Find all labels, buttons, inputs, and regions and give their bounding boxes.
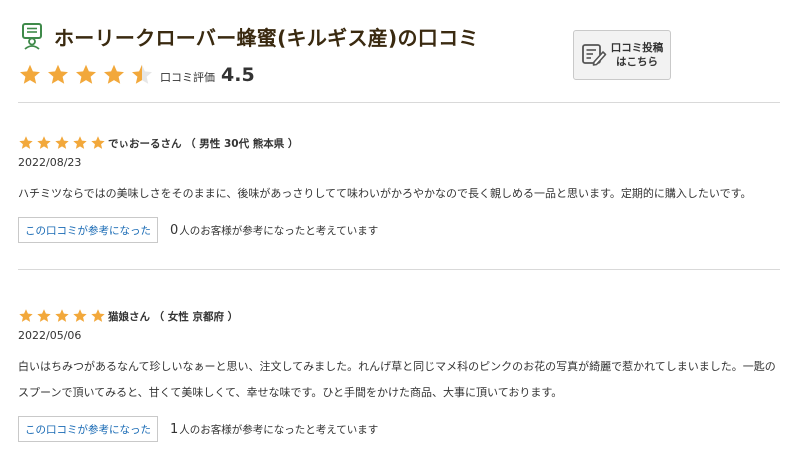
review-date: 2022/08/23 — [18, 156, 82, 169]
helpful-row: この口コミが参考になった 0人のお客様が参考になったと考えています — [18, 217, 782, 243]
star-icon — [132, 64, 152, 84]
review-header-row: でぃおーるさん （ 男性 30代 熊本県 ） — [18, 133, 782, 153]
review-body: 白いはちみつがあるなんて珍しいなぁーと思い、注文してみました。れんげ草と同じマメ… — [18, 360, 776, 399]
star-icon — [19, 309, 33, 322]
star-icon — [73, 309, 87, 322]
helpful-text: 人のお客様が参考になったと考えています — [179, 224, 379, 237]
star-icon — [76, 64, 96, 84]
overall-rating: 口コミ評価 4.5 — [18, 62, 255, 88]
page-title: ホーリークローバー蜂蜜(キルギス産)の口コミ — [54, 26, 479, 50]
post-review-button[interactable]: 口コミ投稿 はこちら — [573, 30, 671, 80]
review-header-row: 猫娘さん （ 女性 京都府 ） — [18, 306, 782, 326]
star-icon — [55, 309, 69, 322]
review-item: でぃおーるさん （ 男性 30代 熊本県 ） 2022/08/23 ハチミツなら… — [18, 133, 782, 243]
star-icon — [20, 64, 40, 84]
overall-rating-stars — [18, 63, 154, 87]
review-stars — [18, 135, 106, 151]
star-icon — [55, 136, 69, 149]
star-icon — [37, 309, 51, 322]
helpful-summary: 1人のお客様が参考になったと考えています — [170, 422, 378, 437]
divider — [18, 269, 780, 270]
helpful-summary: 0人のお客様が参考になったと考えています — [170, 223, 378, 238]
star-icon — [73, 136, 87, 149]
star-icon — [19, 136, 33, 149]
pen-note-icon — [581, 44, 607, 66]
helpful-row: この口コミが参考になった 1人のお客様が参考になったと考えています — [18, 416, 782, 442]
helpful-count: 1 — [170, 421, 179, 437]
post-review-label: 口コミ投稿 はこちら — [610, 42, 664, 68]
star-icon — [48, 64, 68, 84]
review-body: ハチミツならではの美味しさをそのままに、後味があっさりしてて味わいがかろやかなの… — [18, 187, 752, 200]
rating-value: 4.5 — [221, 64, 255, 86]
reviewer-info: 猫娘さん （ 女性 京都府 ） — [108, 310, 239, 323]
star-icon — [104, 64, 124, 84]
helpful-button[interactable]: この口コミが参考になった — [18, 217, 158, 243]
rating-label: 口コミ評価 — [160, 71, 215, 84]
helpful-count: 0 — [170, 222, 179, 238]
review-date: 2022/05/06 — [18, 329, 82, 342]
review-person-icon — [22, 23, 42, 50]
review-header: ホーリークローバー蜂蜜(キルギス産)の口コミ 口コミ評価 4.5 口コミ投稿 は… — [18, 14, 782, 102]
star-icon — [37, 136, 51, 149]
reviewer-info: でぃおーるさん （ 男性 30代 熊本県 ） — [108, 137, 299, 150]
review-stars — [18, 308, 106, 324]
helpful-text: 人のお客様が参考になったと考えています — [179, 423, 379, 436]
star-icon — [91, 309, 105, 322]
helpful-button[interactable]: この口コミが参考になった — [18, 416, 158, 442]
star-icon — [91, 136, 105, 149]
divider — [18, 102, 780, 103]
review-item: 猫娘さん （ 女性 京都府 ） 2022/05/06 白いはちみつがあるなんて珍… — [18, 306, 782, 442]
